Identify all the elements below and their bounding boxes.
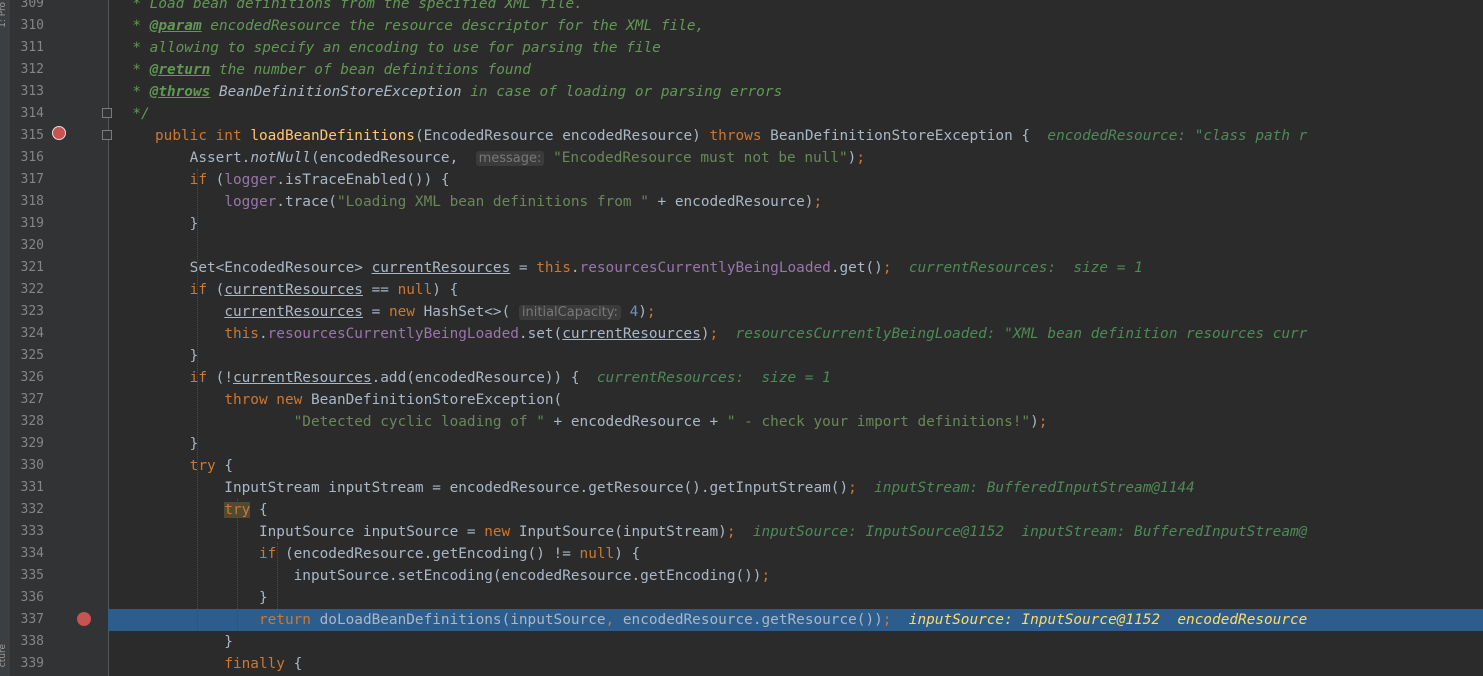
code-line: 310 * @param encodedResource the resourc… (0, 15, 1483, 37)
code-text: * @throws BeanDefinitionStoreException i… (115, 84, 783, 100)
code-line: 338 } (0, 631, 1483, 653)
code-line: 335 inputSource.setEncoding(encodedResou… (0, 565, 1483, 587)
code-line: 329 } (0, 433, 1483, 455)
code-line: 313 * @throws BeanDefinitionStoreExcepti… (0, 81, 1483, 103)
code-line: 336 } (0, 587, 1483, 609)
code-line: 320 (20, 238, 44, 253)
method-breakpoint-icon[interactable] (52, 126, 66, 140)
code-line: 309 * Load bean definitions from the spe… (0, 0, 1483, 15)
code-text: try { (189, 458, 233, 474)
code-text: Set<EncodedResource> currentResources = … (155, 260, 1143, 276)
code-text: InputSource inputSource = new InputSourc… (155, 524, 1308, 540)
code-line: 312 * @return the number of bean definit… (0, 59, 1483, 81)
indent-guide (237, 499, 239, 631)
code-line: 332 try { (0, 499, 1483, 521)
fold-marker-icon[interactable] (102, 130, 112, 140)
code-text: "Detected cyclic loading of " + encodedR… (293, 414, 1048, 430)
code-text: finally { (224, 656, 303, 672)
code-text: currentResources = new HashSet<>( initia… (224, 304, 656, 320)
code-text: * @return the number of bean definitions… (115, 62, 531, 78)
code-text: if (encodedResource.getEncoding() != nul… (258, 546, 641, 562)
code-text: inputSource.setEncoding(encodedResource.… (155, 568, 771, 584)
code-line: 316 Assert.notNull(encodedResource, mess… (0, 147, 1483, 169)
code-line: 319 } (0, 213, 1483, 235)
code-line: 321 Set<EncodedResource> currentResource… (0, 257, 1483, 279)
code-line: 333 InputSource inputSource = new InputS… (0, 521, 1483, 543)
code-text: * @param encodedResource the resource de… (115, 18, 705, 34)
code-text: } (155, 348, 199, 364)
code-text: } (155, 634, 233, 650)
code-text: Assert.notNull(encodedResource, message:… (155, 150, 865, 166)
code-line: 323 currentResources = new HashSet<>( in… (0, 301, 1483, 323)
indent-guide (277, 543, 279, 609)
code-text: } (155, 436, 199, 452)
code-line: 330 try { (0, 455, 1483, 477)
code-text: this.resourcesCurrentlyBeingLoaded.set(c… (224, 326, 1308, 342)
code-line: 337 return doLoadBeanDefinitions(inputSo… (0, 609, 1483, 631)
code-line: 324 this.resourcesCurrentlyBeingLoaded.s… (0, 323, 1483, 345)
code-text: if (!currentResources.add(encodedResourc… (189, 370, 831, 386)
code-text: if (logger.isTraceEnabled()) { (189, 172, 450, 188)
code-line: 311 * allowing to specify an encoding to… (0, 37, 1483, 59)
code-text: throw new BeanDefinitionStoreException( (224, 392, 563, 408)
code-text: } (155, 216, 199, 232)
code-line: 328 "Detected cyclic loading of " + enco… (0, 411, 1483, 433)
fold-marker-icon[interactable] (102, 108, 112, 118)
code-line: 322 if (currentResources == null) { (0, 279, 1483, 301)
code-line: 339 finally { (0, 653, 1483, 675)
code-line: 334 if (encodedResource.getEncoding() !=… (0, 543, 1483, 565)
code-text: InputStream inputStream = encodedResourc… (155, 480, 1195, 496)
code-line: 327 throw new BeanDefinitionStoreExcepti… (0, 389, 1483, 411)
code-line: 315 public int loadBeanDefinitions(Encode… (0, 125, 1483, 147)
code-line: 331 InputStream inputStream = encodedRes… (0, 477, 1483, 499)
code-text: * allowing to specify an encoding to use… (115, 40, 661, 56)
code-line: 317 if (logger.isTraceEnabled()) { (0, 169, 1483, 191)
code-text: if (currentResources == null) { (189, 282, 459, 298)
code-text: return doLoadBeanDefinitions(inputSource… (258, 612, 1308, 628)
code-text: } (155, 590, 268, 606)
code-line: 318 logger.trace("Loading XML bean defin… (0, 191, 1483, 213)
code-text: logger.trace("Loading XML bean definitio… (224, 194, 823, 210)
code-text: * Load bean definitions from the specifi… (115, 0, 583, 12)
code-line: 314 */ (0, 103, 1483, 125)
code-line: 326 if (!currentResources.add(encodedRes… (0, 367, 1483, 389)
indent-guide (197, 169, 199, 631)
code-line: 325 } (0, 345, 1483, 367)
code-text: public int loadBeanDefinitions(EncodedRe… (155, 128, 1308, 144)
breakpoint-icon[interactable] (77, 612, 91, 626)
code-text: try { (224, 502, 268, 518)
code-text: */ (115, 106, 150, 122)
